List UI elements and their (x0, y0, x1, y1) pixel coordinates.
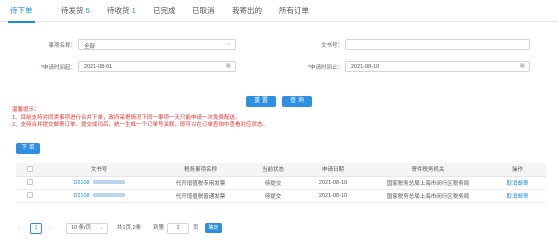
calendar-icon: ▦ (225, 63, 231, 69)
table-row: D2108 代开增值税专用发票 待提交 2021-08-10 国家税务总局上海市… (16, 176, 546, 190)
matter-cell: 代开增值税普通发票 (154, 189, 247, 203)
redacted-text (92, 180, 125, 184)
current-page-button[interactable]: 1 (30, 223, 42, 234)
prev-page-button[interactable]: ‹ (18, 223, 20, 234)
row-checkbox[interactable] (27, 179, 33, 186)
tab-pending-order[interactable]: 待下单 (8, 5, 34, 23)
header-doc-no: 文书号 (44, 163, 154, 177)
tab-count: 1 (131, 6, 136, 15)
row-checkbox[interactable] (27, 192, 33, 199)
matter-label: 事项名称： (48, 43, 76, 49)
tips-line-1: 1、目前支持对同类事项进行合并下单，政府采寄情况下同一事项一天只能申请一次免费配… (12, 114, 241, 121)
doc-no-link[interactable]: D2108 (73, 180, 89, 186)
date-cell: 2021-08-10 (299, 189, 367, 203)
header-action: 操作 (489, 163, 546, 177)
tab-label: 已完成 (153, 6, 176, 15)
tab-sent-by-me[interactable]: 我寄出的 (232, 5, 262, 20)
authority-cell: 国家税务总局上海市闵行区税务局 (367, 189, 489, 203)
reset-button[interactable]: 重 置 (246, 96, 276, 107)
tab-label: 已取消 (192, 6, 215, 15)
tips-panel: 温馨提示： 1、目前支持对同类事项进行合并下单，政府采寄情况下同一事项一天只能申… (12, 107, 268, 130)
date-cell: 2021-08-10 (299, 176, 367, 190)
authority-cell: 国家税务总局上海市闵行区税务局 (367, 176, 489, 190)
tab-count: 5 (85, 6, 90, 15)
goto-page-input[interactable]: 1 (167, 223, 189, 234)
tab-label: 待下单 (10, 6, 33, 15)
start-date-label-text: 申请时间起： (42, 65, 76, 71)
tab-pending-receipt[interactable]: 待收货 1 (107, 5, 136, 20)
goto-label: 到第 (153, 225, 165, 231)
calendar-icon: ▦ (519, 63, 525, 69)
chevron-down-icon: ⌄ (99, 225, 104, 231)
tips-line-2: 2、支持合并提交邮寄订单，提交成功后，统一生成一个订单号关联，即可以在订单查询中… (12, 122, 269, 128)
table-header-row: 文书号 税务事项名称 当前状态 申请日期 寄件税务机关 操作 (16, 163, 546, 177)
tab-completed[interactable]: 已完成 (153, 5, 176, 20)
row-select-cell[interactable] (16, 189, 44, 203)
tab-cancelled[interactable]: 已取消 (192, 5, 215, 20)
redacted-text (92, 193, 125, 197)
chevron-down-icon: ⌄ (226, 41, 231, 47)
matter-select-value: 全部 (84, 43, 96, 50)
start-date-value: 2021-08-01 (84, 63, 113, 70)
page-unit-label: 页 (193, 225, 199, 231)
doc-no-cell: D2108 (44, 189, 154, 203)
page-size-value: 10 条/页 (71, 225, 92, 231)
action-cell: 取消邮寄 (489, 189, 546, 203)
end-date-value: 2021-08-10 (351, 63, 380, 70)
header-date: 申请日期 (299, 163, 367, 177)
tips-title: 温馨提示： (12, 107, 40, 113)
header-status: 当前状态 (247, 163, 299, 177)
matter-cell: 代开增值税专用发票 (154, 176, 247, 190)
start-date-picker[interactable]: 2021-08-01 ▦ (78, 61, 236, 72)
tab-label: 待收货 (107, 6, 130, 15)
status-cell: 待提交 (247, 176, 299, 190)
goto-confirm-button[interactable]: 确定 (205, 223, 222, 233)
status-cell: 待提交 (247, 189, 299, 203)
header-authority: 寄件税务机关 (367, 163, 489, 177)
docno-label: 文书号： (320, 43, 343, 49)
header-matter: 税务事项名称 (154, 163, 247, 177)
tab-label: 所有订单 (279, 6, 309, 15)
orders-table: 文书号 税务事项名称 当前状态 申请日期 寄件税务机关 操作 D2108 代开增… (16, 163, 546, 203)
action-cell: 取消邮寄 (489, 176, 546, 190)
page-size-select[interactable]: 10 条/页 ⌄ (66, 223, 108, 234)
query-button[interactable]: 查 询 (282, 96, 312, 107)
doc-no-cell: D2108 (44, 176, 154, 190)
place-order-button[interactable]: 下 单 (16, 143, 40, 154)
order-status-tabs: 待下单 待发货 5 待收货 1 已完成 已取消 我寄出的 所有订单 (0, 0, 558, 23)
cancel-mailing-link[interactable]: 取消邮寄 (506, 181, 528, 187)
select-all-cell[interactable] (16, 163, 44, 177)
select-all-checkbox[interactable] (27, 166, 33, 173)
tab-label: 待发货 (61, 6, 84, 15)
total-info: 共1页,2条 (117, 225, 142, 231)
next-page-button[interactable]: › (49, 223, 51, 234)
table-row: D2108 代开增值税普通发票 待提交 2021-08-10 国家税务总局上海市… (16, 189, 546, 203)
tab-label: 我寄出的 (232, 6, 262, 15)
end-date-label: *申请时间止： (287, 63, 343, 71)
tab-pending-shipment[interactable]: 待发货 5 (61, 5, 90, 20)
end-date-picker[interactable]: 2021-08-10 ▦ (345, 61, 530, 72)
row-select-cell[interactable] (16, 176, 44, 190)
tab-all-orders[interactable]: 所有订单 (279, 5, 309, 20)
docno-input[interactable] (345, 39, 530, 50)
matter-select[interactable]: 全部 ⌄ (78, 39, 236, 50)
cancel-mailing-link[interactable]: 取消邮寄 (506, 194, 528, 200)
doc-no-link[interactable]: D2108 (73, 193, 89, 199)
start-date-label: *申请时间起： (20, 63, 76, 71)
end-date-label-text: 申请时间止： (309, 65, 343, 71)
